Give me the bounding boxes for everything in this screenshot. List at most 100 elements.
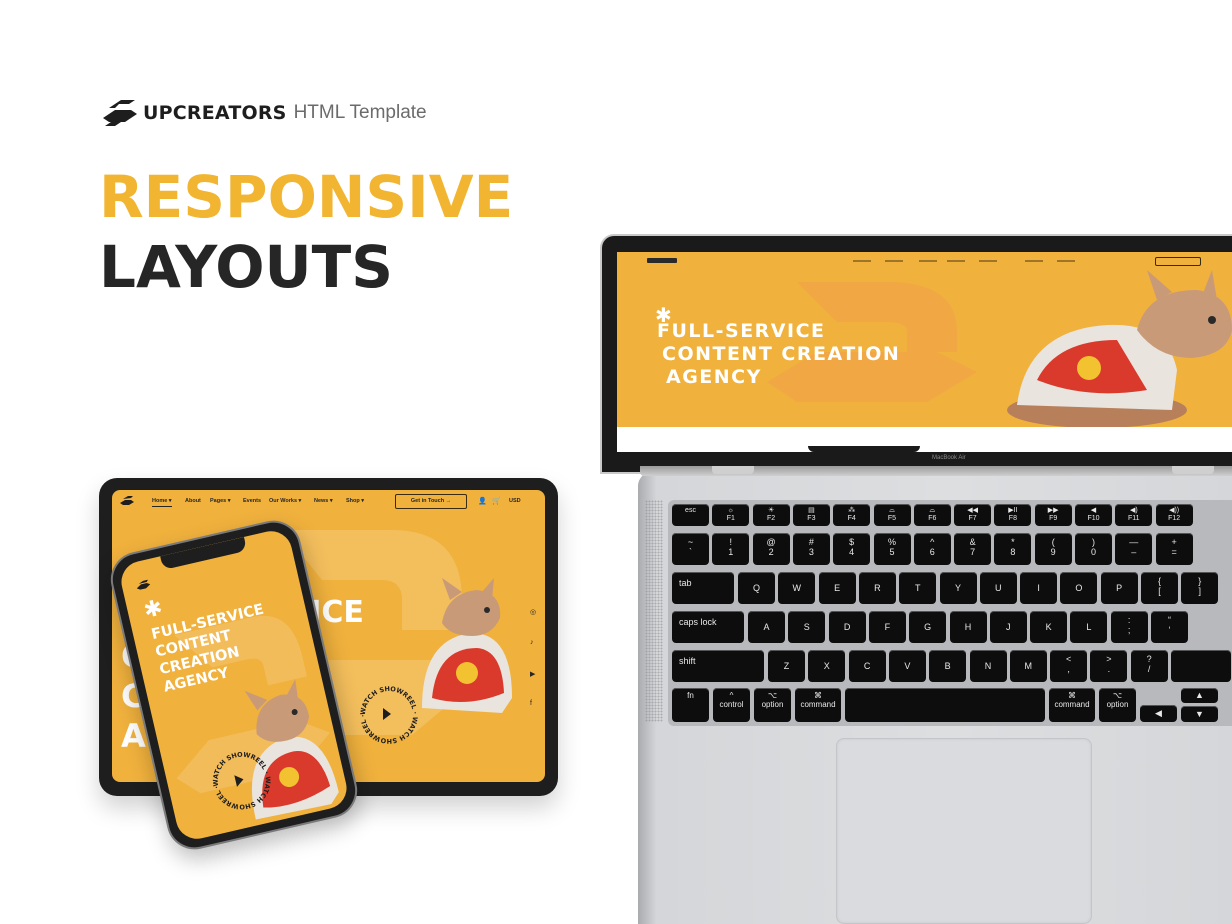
letter-key[interactable]: S	[788, 611, 826, 643]
punct-key[interactable]: ? /	[1130, 650, 1168, 682]
arrow-down-key[interactable]: ▼	[1181, 706, 1218, 722]
fn-key[interactable]: ⌓ F6	[913, 504, 951, 526]
right-shift-key[interactable]	[1171, 650, 1231, 682]
trackpad[interactable]	[836, 738, 1092, 924]
fn-key[interactable]: esc	[672, 504, 709, 526]
letter-key[interactable]: N	[969, 650, 1007, 682]
fn-key[interactable]: ☼ F1	[712, 504, 750, 526]
fn-key[interactable]: ◀ F10	[1075, 504, 1112, 526]
number-key[interactable]: ! 1	[712, 533, 750, 565]
nav-item[interactable]	[1057, 260, 1075, 262]
number-key[interactable]: @2	[752, 533, 790, 565]
nav-home[interactable]: Home ▾	[152, 498, 172, 507]
key-bottom-label: F7	[968, 514, 977, 522]
modifier-key[interactable]: ⌥ option	[1099, 688, 1136, 722]
number-key[interactable]: % 5	[873, 533, 911, 565]
modifier-key[interactable]: ⌘ command	[1049, 688, 1095, 722]
number-key[interactable]: #3	[792, 533, 830, 565]
letter-key[interactable]: G	[909, 611, 947, 643]
cart-icon[interactable]: 🛒	[492, 497, 501, 505]
letter-key[interactable]: I	[1020, 572, 1058, 604]
number-key[interactable]: ) 0	[1075, 533, 1112, 565]
get-in-touch-button[interactable]	[1155, 257, 1201, 266]
letter-key[interactable]: R	[858, 572, 896, 604]
letter-key[interactable]: A	[748, 611, 785, 643]
letter-key[interactable]: J	[989, 611, 1027, 643]
punct-key[interactable]: <,	[1050, 650, 1088, 682]
punct-key[interactable]: >.	[1090, 650, 1128, 682]
fn-key[interactable]: ◀◀ F7	[954, 504, 992, 526]
letter-key[interactable]: U	[979, 572, 1017, 604]
caps-lock-key[interactable]: caps lock	[672, 611, 744, 643]
letter-key[interactable]: K	[1030, 611, 1068, 643]
modifier-key[interactable]: ⌘ command	[795, 688, 841, 722]
nav-our-works[interactable]: Our Works ▾	[269, 498, 301, 504]
modifier-key[interactable]: fn	[672, 688, 709, 722]
fn-key[interactable]: ◀) F11	[1115, 504, 1153, 526]
bracket-key[interactable]: }]	[1181, 572, 1219, 604]
number-key[interactable]: ~ `	[672, 533, 709, 565]
letter-key[interactable]: L	[1070, 611, 1108, 643]
letter-key[interactable]: M	[1009, 650, 1047, 682]
number-key[interactable]: & 7	[954, 533, 992, 565]
tablet-site-nav: Home ▾ About Pages ▾ Events Our Works ▾ …	[112, 490, 545, 514]
letter-key[interactable]: O	[1060, 572, 1098, 604]
letter-key[interactable]: H	[949, 611, 987, 643]
letter-key[interactable]: T	[899, 572, 937, 604]
arrow-left-key[interactable]: ◀	[1140, 705, 1177, 722]
nav-pages[interactable]: Pages ▾	[210, 498, 231, 504]
number-key[interactable]: (9	[1034, 533, 1072, 565]
number-key[interactable]: + =	[1155, 533, 1193, 565]
fn-key[interactable]: ▶▶ F9	[1034, 504, 1072, 526]
fn-key[interactable]: ☀ F2	[752, 504, 790, 526]
number-key[interactable]: * 8	[994, 533, 1032, 565]
number-key[interactable]: $4	[833, 533, 871, 565]
fn-key[interactable]: ◀)) F12	[1155, 504, 1193, 526]
youtube-icon[interactable]: ▶	[530, 670, 535, 678]
watch-showreel-button[interactable]: WATCH SHOWREEL · WATCH SHOWREEL ·	[358, 684, 420, 746]
fn-key[interactable]: ▤ F3	[792, 504, 830, 526]
punct-key[interactable]: “‘	[1151, 611, 1188, 643]
letter-key[interactable]: P	[1100, 572, 1138, 604]
fn-key[interactable]: ▶II F8	[994, 504, 1032, 526]
letter-key[interactable]: F	[868, 611, 906, 643]
shift-key[interactable]: shift	[672, 650, 764, 682]
letter-key[interactable]: E	[818, 572, 856, 604]
punct-key[interactable]: :;	[1110, 611, 1148, 643]
space-bar[interactable]	[845, 688, 1045, 722]
letter-key[interactable]: Q	[738, 572, 775, 604]
tiktok-icon[interactable]: ♪	[530, 639, 534, 646]
letter-key[interactable]: V	[888, 650, 926, 682]
letter-key[interactable]: D	[828, 611, 866, 643]
letter-key[interactable]: B	[929, 650, 967, 682]
facebook-icon[interactable]: f	[530, 700, 532, 707]
currency-select[interactable]: USD	[509, 498, 521, 504]
instagram-icon[interactable]: ◎	[530, 608, 536, 616]
key-bottom-label: –	[1131, 546, 1137, 557]
modifier-key[interactable]: ^ control	[713, 688, 750, 722]
letter-key[interactable]: C	[848, 650, 886, 682]
bracket-key[interactable]: {[	[1141, 572, 1178, 604]
site-logo-icon	[120, 496, 134, 505]
user-icon[interactable]: 👤	[478, 497, 487, 505]
nav-item[interactable]	[1025, 260, 1043, 262]
tab-key[interactable]: tab	[672, 572, 734, 604]
fn-key[interactable]: ⁂ F4	[833, 504, 871, 526]
arrow-up-key[interactable]: ▲	[1181, 688, 1218, 703]
letter-key[interactable]: X	[808, 650, 846, 682]
modifier-key[interactable]: ⌥ option	[754, 688, 791, 722]
get-in-touch-button[interactable]: Get in Touch →	[395, 494, 467, 509]
nav-about[interactable]: About	[185, 498, 201, 504]
nav-shop[interactable]: Shop ▾	[346, 498, 364, 504]
nav-news[interactable]: News ▾	[314, 498, 333, 504]
fn-key[interactable]: ⌓ F5	[873, 504, 911, 526]
letter-key[interactable]: Z	[768, 650, 805, 682]
brand: UPCREATORS HTML Template	[101, 96, 427, 130]
number-key[interactable]: — –	[1115, 533, 1153, 565]
headline-line-2: LAYOUTS	[99, 233, 393, 301]
dog-photo-icon	[422, 578, 512, 713]
nav-events[interactable]: Events	[243, 498, 261, 504]
letter-key[interactable]: W	[778, 572, 816, 604]
letter-key[interactable]: Y	[939, 572, 977, 604]
number-key[interactable]: ^ 6	[913, 533, 951, 565]
